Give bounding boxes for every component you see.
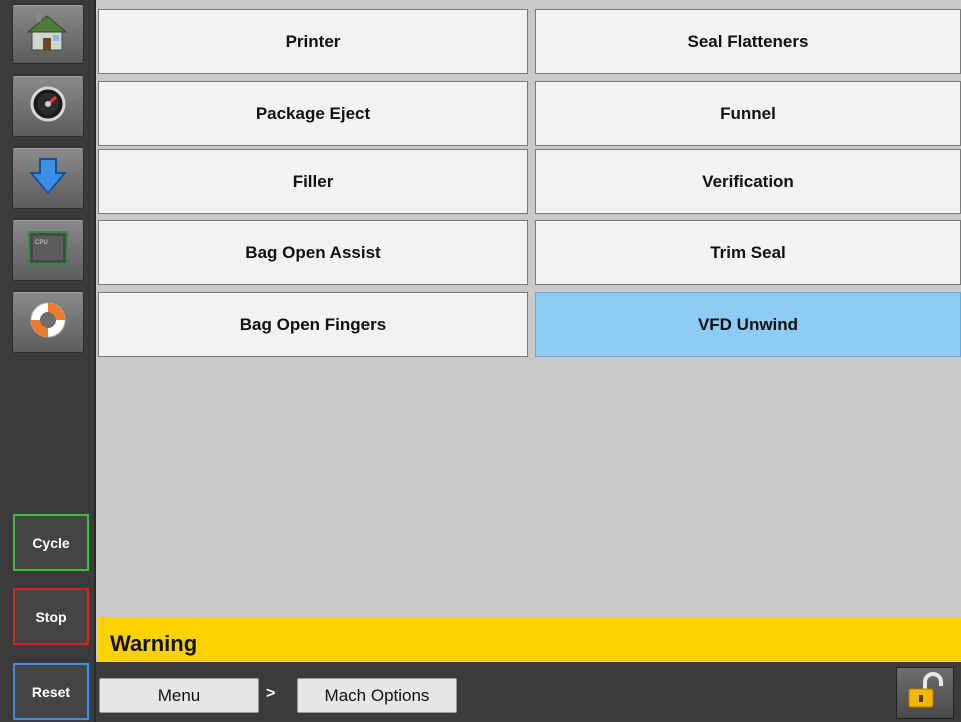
bottom-bar: Menu > Mach Options [96, 662, 961, 722]
button-label: Bag Open Assist [245, 242, 381, 262]
unlocked-padlock-icon [905, 671, 945, 716]
cpu-icon: CPU [26, 228, 70, 273]
cycle-button[interactable]: Cycle [13, 514, 89, 571]
filler-button[interactable]: Filler [98, 149, 528, 214]
gauge-button[interactable] [12, 75, 84, 137]
trim-seal-button[interactable]: Trim Seal [535, 220, 961, 285]
reset-button[interactable]: Reset [13, 663, 89, 720]
warning-text: Warning [110, 631, 198, 656]
home-button[interactable] [12, 4, 84, 64]
button-label: Printer [285, 31, 341, 51]
help-button[interactable] [12, 291, 84, 353]
package-eject-button[interactable]: Package Eject [98, 81, 528, 146]
vfd-unwind-button[interactable]: VFD Unwind [535, 292, 961, 357]
button-label: Seal Flatteners [687, 31, 809, 51]
download-button[interactable] [12, 147, 84, 209]
warning-bar: Warning [98, 617, 961, 662]
button-label: Package Eject [255, 103, 371, 123]
button-label: Funnel [720, 103, 776, 123]
menu-label: Menu [157, 685, 201, 705]
button-label: Bag Open Fingers [239, 314, 387, 334]
bag-open-fingers-button[interactable]: Bag Open Fingers [98, 292, 528, 357]
sidebar: CPU Cycle Stop Reset [0, 0, 96, 722]
home-icon [26, 10, 70, 59]
stop-button[interactable]: Stop [13, 588, 89, 645]
lifebuoy-icon [26, 298, 70, 347]
svg-text:CPU: CPU [35, 240, 48, 246]
gauge-icon [28, 84, 68, 129]
printer-button[interactable]: Printer [98, 9, 528, 74]
button-label: Verification [702, 171, 794, 191]
bag-open-assist-button[interactable]: Bag Open Assist [98, 220, 528, 285]
mach-options-button[interactable]: Mach Options [297, 678, 457, 713]
button-label: Filler [292, 171, 334, 191]
seal-flatteners-button[interactable]: Seal Flatteners [535, 9, 961, 74]
breadcrumb-separator: > [266, 685, 276, 702]
mach-options-label: Mach Options [324, 685, 430, 705]
cycle-label: Cycle [32, 534, 70, 551]
button-label: Trim Seal [710, 242, 786, 262]
reset-label: Reset [31, 683, 71, 700]
verification-button[interactable]: Verification [535, 149, 961, 214]
download-arrow-icon [27, 155, 69, 202]
menu-button[interactable]: Menu [99, 678, 259, 713]
stop-label: Stop [35, 608, 67, 625]
cpu-button[interactable]: CPU [12, 219, 84, 281]
button-label: VFD Unwind [697, 314, 799, 334]
funnel-button[interactable]: Funnel [535, 81, 961, 146]
lock-button[interactable] [896, 667, 954, 719]
